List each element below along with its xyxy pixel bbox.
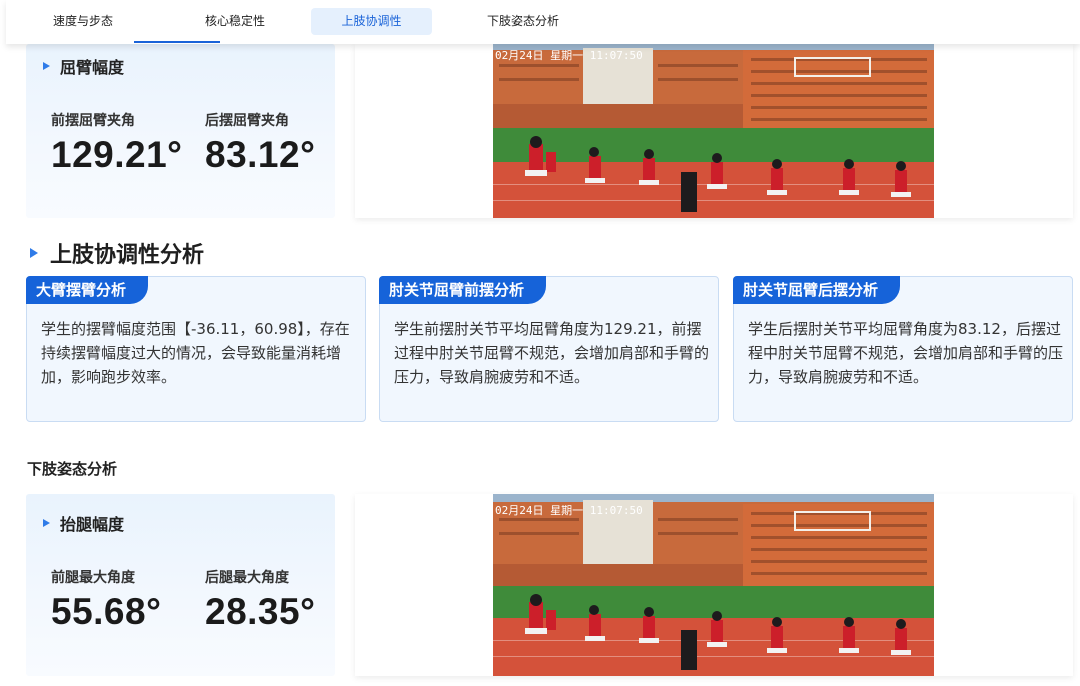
- leg-lift-header: 抬腿幅度: [43, 511, 124, 535]
- arm-flexion-card: 屈臂幅度 前摆屈臂夹角 129.21° 后摆屈臂夹角 83.12°: [26, 44, 335, 218]
- elbow-front-swing-card: 肘关节屈臂前摆分析 学生前摆肘关节平均屈臂角度为129.21，前摆过程中肘关节屈…: [379, 276, 719, 422]
- tab-speed-gait[interactable]: 速度与步态: [29, 8, 137, 35]
- front-arm-angle-value: 129.21°: [51, 134, 183, 175]
- arm-video-frame[interactable]: 02月24日 星期一 11:07:50: [493, 44, 934, 218]
- front-leg-angle-label: 前腿最大角度: [51, 570, 135, 586]
- front-leg-angle-value: 55.68°: [51, 591, 162, 632]
- arm-flexion-title: 屈臂幅度: [60, 58, 125, 77]
- upper-arm-swing-card: 大臂摆臂分析 学生的摆臂幅度范围【-36.11，60.98】，存在持续摆臂幅度过…: [26, 276, 366, 422]
- front-leg-angle-metric: 前腿最大角度 55.68°: [51, 567, 161, 633]
- elbow-back-swing-tag: 肘关节屈臂后摆分析: [733, 276, 901, 304]
- tab-upper-limb-coordination[interactable]: 上肢协调性: [311, 8, 432, 35]
- upper-arm-swing-text: 学生的摆臂幅度范围【-36.11，60.98】，存在持续摆臂幅度过大的情况，会导…: [41, 320, 350, 386]
- triangle-bullet-icon: [43, 62, 50, 70]
- elbow-front-swing-tag: 肘关节屈臂前摆分析: [379, 276, 547, 304]
- leg-video-frame[interactable]: 02月24日 星期一 11:07:50: [493, 494, 934, 676]
- back-leg-angle-metric: 后腿最大角度 28.35°: [205, 567, 315, 633]
- leg-video-card: 02月24日 星期一 11:07:50: [355, 494, 1073, 676]
- leg-video-timestamp: 02月24日 星期一 11:07:50: [495, 504, 643, 517]
- arm-video-timestamp: 02月24日 星期一 11:07:50: [495, 49, 643, 62]
- triangle-bullet-icon: [43, 519, 50, 527]
- elbow-front-swing-text: 学生前摆肘关节平均屈臂角度为129.21，前摆过程中肘关节屈臂不规范，会增加肩部…: [394, 320, 710, 386]
- arm-video-card: 02月24日 星期一 11:07:50: [355, 44, 1073, 218]
- front-arm-angle-label: 前摆屈臂夹角: [51, 113, 135, 129]
- tab-lower-limb-posture[interactable]: 下肢姿态分析: [468, 8, 578, 35]
- back-arm-angle-metric: 后摆屈臂夹角 83.12°: [205, 110, 315, 176]
- leg-lift-title: 抬腿幅度: [60, 515, 125, 534]
- back-leg-angle-label: 后腿最大角度: [205, 570, 289, 586]
- leg-lift-card: 抬腿幅度 前腿最大角度 55.68° 后腿最大角度 28.35°: [26, 494, 335, 676]
- elbow-back-swing-card: 肘关节屈臂后摆分析 学生后摆肘关节平均屈臂角度为83.12，后摆过程中肘关节屈臂…: [733, 276, 1073, 422]
- upper-section-header: 上肢协调性分析: [30, 237, 204, 269]
- back-arm-angle-label: 后摆屈臂夹角: [205, 113, 289, 129]
- tab-core-stability[interactable]: 核心稳定性: [180, 8, 290, 35]
- triangle-bullet-icon: [30, 248, 38, 258]
- upper-section-title: 上肢协调性分析: [50, 243, 205, 268]
- arm-flexion-header: 屈臂幅度: [43, 54, 124, 78]
- back-leg-angle-value: 28.35°: [205, 591, 316, 632]
- tab-bar: 速度与步态 核心稳定性 上肢协调性 下肢姿态分析: [6, 0, 1080, 44]
- tab-scroll-indicator: [134, 41, 220, 43]
- back-arm-angle-value: 83.12°: [205, 134, 316, 175]
- lower-section-title: 下肢姿态分析: [27, 460, 118, 478]
- front-arm-angle-metric: 前摆屈臂夹角 129.21°: [51, 110, 182, 176]
- upper-arm-swing-tag: 大臂摆臂分析: [26, 276, 149, 304]
- elbow-back-swing-text: 学生后摆肘关节平均屈臂角度为83.12，后摆过程中肘关节屈臂不规范，会增加肩部和…: [748, 320, 1064, 386]
